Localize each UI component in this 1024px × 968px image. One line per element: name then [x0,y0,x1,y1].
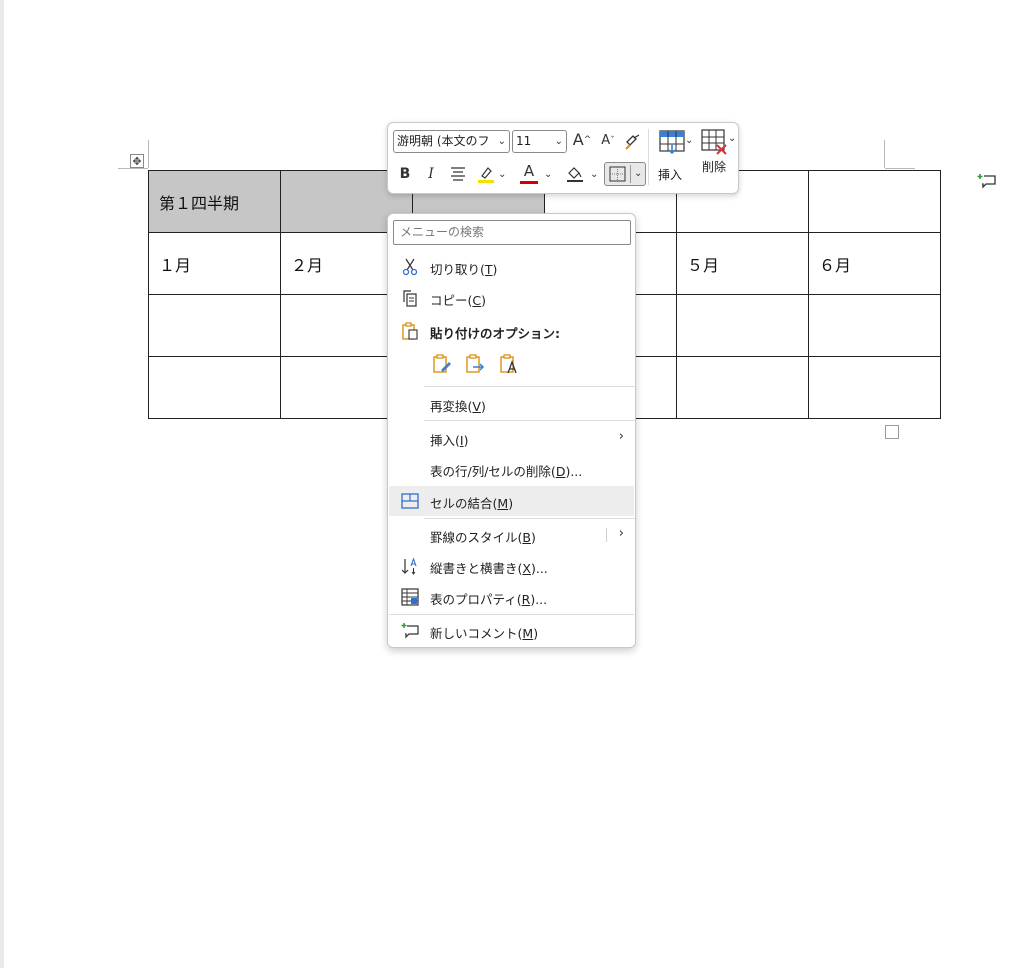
table-cell[interactable] [148,356,281,419]
chevron-down-icon: ⌄ [497,136,506,147]
font-name-value: 游明朝 (本文のフ [397,134,490,148]
mini-toolbar: 游明朝 (本文のフ ⌄ 11 ⌄ A^ Aˇ B I ⌄ A ⌄ ⌄ ⌄ ⌄ 挿… [387,122,739,194]
paste-merge-formatting-icon[interactable] [464,353,486,375]
menu-search-placeholder: メニューの検索 [400,225,485,239]
chevron-down-icon[interactable]: ⌄ [590,165,598,185]
menu-item-label: 表のプロパティ(R)... [430,592,548,607]
chevron-down-icon: ⌄ [634,168,643,179]
borders-button[interactable]: ⌄ [604,162,646,186]
font-color-bar [520,181,538,184]
font-size-value: 11 [516,134,532,148]
window-left-edge [0,0,4,968]
menu-item-text-direction[interactable]: 縦書きと横書き(X)... [389,551,634,581]
menu-item-table-properties[interactable]: 表のプロパティ(R)... [389,582,634,612]
menu-item-label: 縦書きと横書き(X)... [430,561,548,576]
menu-item-new-comment[interactable]: 新しいコメント(M) [389,616,634,646]
chevron-down-icon[interactable]: ⌄ [728,129,736,149]
font-size-box[interactable]: 11 ⌄ [512,130,567,153]
menu-separator [424,420,635,421]
menu-item-merge-cells[interactable]: セルの結合(M) [389,486,634,516]
insert-caption[interactable]: 挿入 [658,166,682,183]
shading-icon[interactable] [565,164,585,184]
table-move-handle[interactable]: ✥ [130,154,144,168]
text-direction-icon [401,557,417,575]
menu-search-input[interactable]: メニューの検索 [393,220,631,245]
table-properties-icon [401,588,419,606]
menu-separator [389,614,634,615]
clipboard-icon [402,322,418,340]
menu-item-copy[interactable]: コピー(C) [389,283,634,313]
corner-mark [148,140,149,168]
delete-table-icon[interactable] [701,129,729,155]
scissors-icon [402,258,418,276]
table-resize-handle[interactable] [885,425,899,439]
table-cell[interactable] [808,356,941,419]
insert-table-icon[interactable] [659,130,685,154]
menu-item-label: 罫線のスタイル(B) [430,530,536,545]
highlight-icon[interactable] [476,164,496,184]
grow-font-button[interactable]: A^ [572,130,592,150]
merge-cells-icon [401,493,419,509]
new-comment-icon[interactable] [977,171,997,191]
corner-mark [884,140,885,168]
toolbar-divider [648,129,649,185]
menu-separator [424,386,635,387]
chevron-right-icon: › [618,429,624,444]
chevron-right-icon: › [618,526,624,541]
menu-item-label: 挿入(I) [430,433,469,448]
table-cell[interactable]: １月 [148,232,281,295]
paste-keep-formatting-icon[interactable] [431,353,453,375]
menu-item-cut[interactable]: 切り取り(T) [389,252,634,282]
context-menu: メニューの検索 切り取り(T) コピー(C) 貼り付けのオプション: 再変換(V… [387,213,636,648]
borders-icon [609,166,626,182]
split-divider [606,528,607,542]
copy-icon [403,290,417,307]
paste-text-only-icon[interactable] [498,353,520,375]
menu-item-border-styles[interactable]: 罫線のスタイル(B) › [389,520,634,550]
menu-item-label: セルの結合(M) [430,496,514,511]
split-divider [630,165,631,183]
menu-item-delete-cells[interactable]: 表の行/列/セルの削除(D)... [389,454,634,484]
font-name-box[interactable]: 游明朝 (本文のフ ⌄ [393,130,510,153]
menu-item-label: 貼り付けのオプション: [430,326,560,341]
chevron-down-icon[interactable]: ⌄ [685,131,693,151]
menu-item-insert[interactable]: 挿入(I) › [389,423,634,453]
menu-item-reconvert[interactable]: 再変換(V) [389,389,634,419]
menu-item-label: 切り取り(T) [430,262,498,277]
chevron-down-icon[interactable]: ⌄ [544,165,552,185]
delete-caption[interactable]: 削除 [702,158,726,175]
table-cell[interactable]: ５月 [676,232,809,295]
shrink-font-button[interactable]: Aˇ [599,131,617,151]
table-cell[interactable] [676,356,809,419]
grow-font-glyph: A [572,130,584,149]
italic-button[interactable]: I [423,164,439,184]
menu-item-label: 表の行/列/セルの削除(D)... [430,464,583,479]
shrink-font-glyph: A [601,133,611,148]
table-cell[interactable]: 第１四半期 [148,170,281,233]
new-comment-icon [401,623,419,639]
bold-button[interactable]: B [397,164,413,184]
chevron-down-icon[interactable]: ⌄ [498,165,506,185]
menu-item-paste-options: 貼り付けのオプション: [389,316,634,346]
font-color-button[interactable]: A [520,161,538,181]
chevron-down-icon: ⌄ [554,136,563,147]
table-cell[interactable] [808,170,941,233]
center-align-icon[interactable] [450,167,466,181]
table-cell[interactable] [676,294,809,357]
table-cell[interactable]: ６月 [808,232,941,295]
menu-item-label: コピー(C) [430,293,487,308]
table-cell[interactable] [148,294,281,357]
format-painter-icon[interactable] [624,133,642,151]
menu-item-label: 再変換(V) [430,399,486,414]
menu-item-label: 新しいコメント(M) [430,626,539,641]
menu-separator [424,518,635,519]
corner-mark [885,168,915,169]
table-cell[interactable] [808,294,941,357]
font-color-glyph: A [523,162,535,180]
corner-mark [118,168,148,169]
